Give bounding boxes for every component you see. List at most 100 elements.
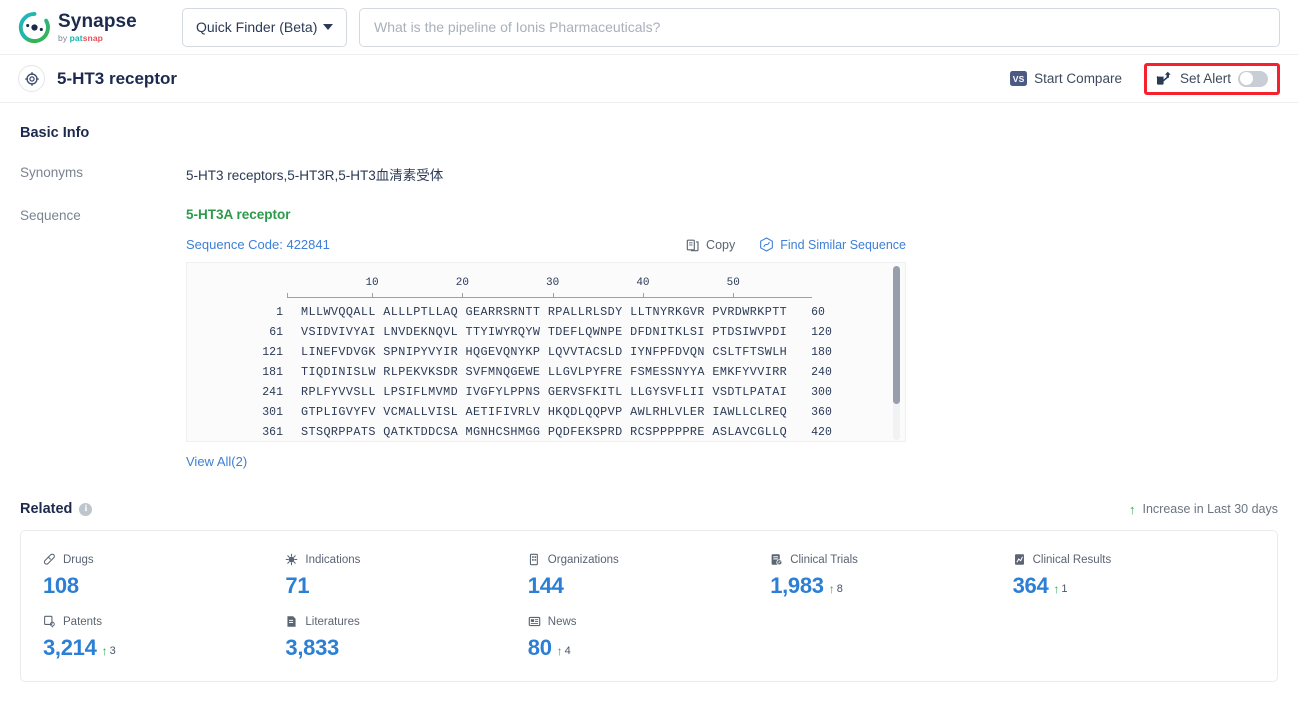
sequence-line: 361 STSQRPPATS QATKTDDCSA MGNHCSHMGG PQD…	[187, 425, 905, 441]
clinical-trial-icon	[770, 553, 783, 566]
basic-info-heading: Basic Info	[20, 125, 90, 141]
up-arrow-icon: ↑	[1129, 501, 1136, 517]
patent-icon	[43, 615, 56, 628]
sequence-scrollbar[interactable]	[893, 266, 900, 440]
stat-clinical-results[interactable]: Clinical Results 364 ↑ 1	[1013, 553, 1255, 599]
info-icon[interactable]: i	[79, 502, 93, 516]
sequence-residues: VSIDVIVYAI LNVDEKNQVL TTYIWYRQYW TDEFLQW…	[301, 325, 788, 339]
sequence-start-index: 121	[262, 346, 283, 359]
sequence-block: 5-HT3A receptor Sequence Code: 422841 Co…	[186, 207, 906, 471]
sequence-residues: MLLWVQQALL ALLLPTLLAQ GEARRSRNTT RPALLRL…	[301, 305, 788, 319]
find-similar-sequence-button[interactable]: Find Similar Sequence	[759, 237, 906, 252]
stat-label-text: News	[547, 615, 577, 628]
copy-label: Copy	[706, 237, 736, 252]
entity-header-actions: VS Start Compare Set Alert	[1010, 62, 1280, 95]
brand-logo[interactable]: Synapse by patsnap	[18, 11, 158, 44]
ruler-tick: 30	[546, 277, 560, 289]
ruler-tick: 10	[365, 277, 379, 289]
stat-delta-value: 3	[109, 645, 116, 657]
related-heading: Related	[20, 501, 73, 517]
quick-finder-label: Quick Finder (Beta)	[196, 19, 318, 35]
stat-clinical-trials[interactable]: Clinical Trials 1,983 ↑ 8	[770, 553, 1012, 599]
view-all-sequences-link[interactable]: View All(2)	[186, 454, 247, 469]
related-header: Related i ↑ Increase in Last 30 days	[20, 501, 1278, 517]
sequence-line: 121 LINEFVDVGK SPNIPYVYIR HQGEVQNYKP LQV…	[187, 345, 905, 365]
top-bar: Synapse by patsnap Quick Finder (Beta)	[0, 0, 1298, 55]
find-similar-label: Find Similar Sequence	[780, 237, 906, 252]
sequence-end-index: 420	[811, 426, 832, 439]
sequence-start-index: 1	[276, 306, 283, 319]
sequence-end-index: 300	[811, 386, 832, 399]
stat-number: 144	[527, 573, 564, 598]
target-icon	[18, 65, 45, 92]
set-alert-toggle[interactable]	[1238, 70, 1268, 87]
news-icon	[528, 615, 541, 628]
stat-organizations[interactable]: Organizations 144	[528, 553, 770, 599]
sequence-residues: STSQRPPATS QATKTDDCSA MGNHCSHMGG PQDFEKS…	[301, 425, 788, 439]
stat-literatures[interactable]: Literatures 3,833	[285, 615, 527, 661]
chevron-down-icon	[323, 24, 333, 30]
search-input[interactable]	[374, 19, 1265, 35]
stat-number: 71	[285, 573, 310, 598]
quick-finder-dropdown[interactable]: Quick Finder (Beta)	[182, 7, 347, 47]
stat-label-text: Organizations	[547, 553, 619, 566]
stat-drugs[interactable]: Drugs 108	[43, 553, 285, 599]
stat-delta: ↑ 4	[556, 644, 571, 658]
stat-news[interactable]: News 80 ↑ 4	[528, 615, 770, 661]
sequence-label: Sequence	[20, 208, 81, 223]
stat-delta: ↑ 1	[1053, 582, 1068, 596]
sequence-code-link[interactable]: Sequence Code: 422841	[186, 237, 330, 252]
entity-header: 5-HT3 receptor VS Start Compare Set Aler…	[0, 55, 1298, 103]
stat-number: 1,983	[770, 573, 824, 598]
stat-number: 3,833	[285, 635, 339, 660]
stat-number: 3,214	[43, 635, 97, 660]
sequence-end-index: 360	[811, 406, 832, 419]
stat-delta: ↑ 8	[829, 582, 843, 596]
up-arrow-icon: ↑	[556, 644, 563, 658]
sequence-start-index: 181	[262, 366, 283, 379]
stat-indications[interactable]: Indications 71	[285, 553, 527, 599]
copy-icon	[686, 238, 700, 252]
ruler-tick: 40	[636, 277, 650, 289]
sequence-line: 61 VSIDVIVYAI LNVDEKNQVL TTYIWYRQYW TDEF…	[187, 325, 905, 345]
copy-sequence-button[interactable]: Copy	[686, 238, 735, 252]
increase-legend: ↑ Increase in Last 30 days	[1129, 502, 1278, 516]
search-bar[interactable]	[359, 7, 1280, 47]
similar-sequence-icon	[759, 237, 774, 252]
main-content: Basic Info Synonyms 5-HT3 receptors,5-HT…	[0, 103, 1298, 682]
ruler-tick: 20	[455, 277, 469, 289]
sequence-residues: TIQDINISLW RLPEKVKSDR SVFMNQGEWE LLGVLPY…	[301, 365, 788, 379]
stat-label-text: Drugs	[63, 553, 94, 566]
increase-legend-label: Increase in Last 30 days	[1142, 502, 1279, 516]
synonyms-label: Synonyms	[20, 165, 84, 180]
stat-delta-value: 1	[1061, 583, 1068, 595]
stat-number: 80	[527, 635, 552, 660]
stat-label-text: Indications	[305, 553, 361, 566]
synapse-logo-icon	[18, 11, 51, 44]
sequence-line: 181 TIQDINISLW RLPEKVKSDR SVFMNQGEWE LLG…	[187, 365, 905, 385]
stat-patents[interactable]: Patents 3,214 ↑ 3	[43, 615, 285, 661]
sequence-ruler: 10 20 30 40 50	[287, 277, 812, 305]
set-alert-control[interactable]: Set Alert	[1143, 62, 1280, 95]
start-compare-button[interactable]: VS Start Compare	[1010, 71, 1122, 86]
sequence-start-index: 361	[262, 426, 283, 439]
up-arrow-icon: ↑	[1053, 582, 1060, 596]
sequence-residues: LINEFVDVGK SPNIPYVYIR HQGEVQNYKP LQVVTAC…	[301, 345, 788, 359]
stat-label-text: Clinical Results	[1032, 553, 1112, 566]
synonyms-value: 5-HT3 receptors,5-HT3R,5-HT3血清素受体	[186, 168, 444, 183]
sequence-line: 301 GTPLIGVYFV VCMALLVISL AETIFIVRLV HKQ…	[187, 405, 905, 425]
sequence-toolbar: Sequence Code: 422841 Copy Find Similar …	[186, 237, 906, 252]
ruler-tick: 50	[726, 277, 740, 289]
sequence-end-index: 240	[811, 366, 832, 379]
related-stats-card: Drugs 108 Indications 71 Organizations 1…	[20, 530, 1278, 682]
sequence-viewer[interactable]: 10 20 30 40 50 1 MLLWVQQALL ALLLPTLLAQ G	[186, 262, 906, 442]
stat-number: 364	[1012, 573, 1049, 598]
synonyms-row: Synonyms 5-HT3 receptors,5-HT3R,5-HT3血清素…	[20, 164, 1278, 184]
stat-number: 108	[43, 573, 79, 598]
sequence-end-index: 120	[811, 326, 832, 339]
stat-delta-value: 8	[836, 583, 843, 595]
sequence-residues: GTPLIGVYFV VCMALLVISL AETIFIVRLV HKQDLQQ…	[301, 405, 788, 419]
alert-envelope-icon	[1156, 71, 1173, 86]
sequence-line: 241 RPLFYVVSLL LPSIFLMVMD IVGFYLPPNS GER…	[187, 385, 905, 405]
sequence-start-index: 301	[262, 406, 283, 419]
